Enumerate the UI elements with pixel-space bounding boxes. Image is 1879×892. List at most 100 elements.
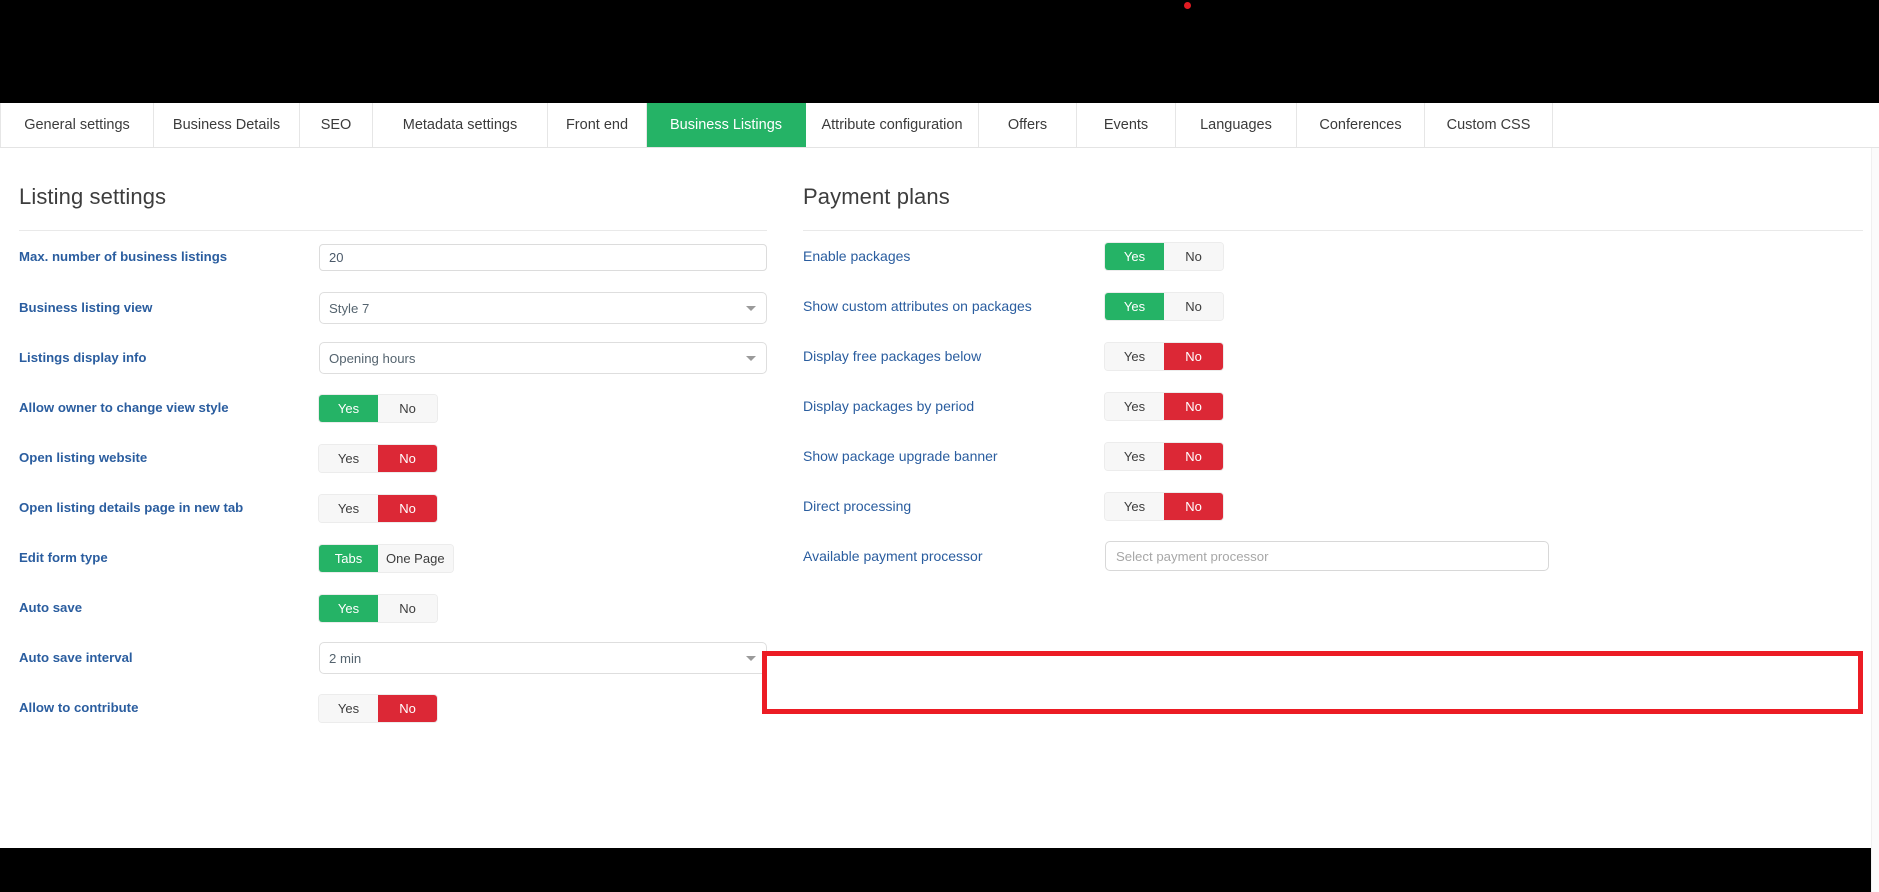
setting-row-show-custom-attributes-on-packages: Show custom attributes on packages Yes No xyxy=(803,281,1863,331)
setting-label-business-listing-view: Business listing view xyxy=(19,300,153,316)
setting-control-wrap: Tabs One Page xyxy=(319,544,767,572)
toggle-option-no[interactable]: No xyxy=(378,394,437,422)
toggle-enable-packages[interactable]: Yes No xyxy=(1105,242,1223,270)
toggle-allow-to-contribute[interactable]: Yes No xyxy=(319,694,437,722)
toggle-option-no[interactable]: No xyxy=(1164,392,1223,420)
setting-control-wrap: Yes No xyxy=(319,594,767,622)
setting-label-display-packages-by-period: Display packages by period xyxy=(803,397,975,414)
toggle-edit-form-type[interactable]: Tabs One Page xyxy=(319,544,453,572)
setting-control-wrap xyxy=(319,243,767,271)
setting-row-display-free-packages-below: Display free packages below Yes No xyxy=(803,331,1863,381)
select-available-payment-processor[interactable]: Select payment processor xyxy=(1105,541,1549,571)
tab-seo[interactable]: SEO xyxy=(300,103,373,147)
setting-label-open-listing-website: Open listing website xyxy=(19,450,148,466)
toggle-option-yes[interactable]: Yes xyxy=(319,594,378,622)
setting-label-auto-save: Auto save xyxy=(19,600,83,616)
toggle-option-yes[interactable]: Yes xyxy=(319,494,378,522)
setting-row-show-package-upgrade-banner: Show package upgrade banner Yes No xyxy=(803,431,1863,481)
tab-general-settings[interactable]: General settings xyxy=(0,103,154,147)
tab-business-listings[interactable]: Business Listings xyxy=(647,103,806,147)
tab-events[interactable]: Events xyxy=(1077,103,1176,147)
toggle-option-no[interactable]: No xyxy=(378,494,437,522)
select-value: 2 min xyxy=(329,650,362,666)
tab-front-end[interactable]: Front end xyxy=(548,103,647,147)
setting-control-wrap: Yes No xyxy=(1105,442,1863,470)
setting-control-wrap: 2 min xyxy=(319,642,767,674)
setting-label-direct-processing: Direct processing xyxy=(803,497,912,514)
tab-metadata-settings[interactable]: Metadata settings xyxy=(373,103,548,147)
settings-content: Listing settings Max. number of business… xyxy=(0,148,1879,892)
page-scrollbar[interactable] xyxy=(1871,148,1879,892)
toggle-display-packages-by-period[interactable]: Yes No xyxy=(1105,392,1223,420)
setting-label-allow-owner-to-change-view-style: Allow owner to change view style xyxy=(19,400,229,416)
tab-custom-css[interactable]: Custom CSS xyxy=(1425,103,1553,147)
settings-page: General settings Business Details SEO Metad… xyxy=(0,103,1879,892)
toggle-option-no[interactable]: No xyxy=(378,444,437,472)
tab-languages[interactable]: Languages xyxy=(1176,103,1297,147)
select-auto-save-interval[interactable]: 2 min xyxy=(319,642,767,674)
tab-business-details[interactable]: Business Details xyxy=(154,103,300,147)
toggle-auto-save[interactable]: Yes No xyxy=(319,594,437,622)
toggle-option-yes[interactable]: Yes xyxy=(319,444,378,472)
setting-label-listings-display-info: Listings display info xyxy=(19,350,147,366)
toggle-open-listing-details-page-in-new-tab[interactable]: Yes No xyxy=(319,494,437,522)
browser-chrome-black-bar xyxy=(0,0,1879,103)
toggle-option-no[interactable]: No xyxy=(1164,442,1223,470)
setting-row-business-listing-view: Business listing view Style 7 xyxy=(19,283,767,333)
toggle-option-no[interactable]: No xyxy=(1164,342,1223,370)
setting-row-open-listing-website: Open listing website Yes No xyxy=(19,433,767,483)
setting-row-auto-save-interval: Auto save interval 2 min xyxy=(19,633,767,683)
setting-label-allow-to-contribute: Allow to contribute xyxy=(19,700,139,716)
setting-label-show-package-upgrade-banner: Show package upgrade banner xyxy=(803,447,998,464)
tab-conferences[interactable]: Conferences xyxy=(1297,103,1425,147)
toggle-option-no[interactable]: No xyxy=(378,594,437,622)
toggle-show-custom-attributes-on-packages[interactable]: Yes No xyxy=(1105,292,1223,320)
setting-control-wrap: Yes No xyxy=(319,444,767,472)
chevron-down-icon xyxy=(746,356,756,361)
setting-control-wrap: Yes No xyxy=(319,694,767,722)
toggle-option-no[interactable]: No xyxy=(1164,242,1223,270)
select-business-listing-view[interactable]: Style 7 xyxy=(319,292,767,324)
toggle-option-yes[interactable]: Yes xyxy=(1105,392,1164,420)
toggle-allow-owner-to-change-view-style[interactable]: Yes No xyxy=(319,394,437,422)
input-max-number-of-business-listings[interactable] xyxy=(319,243,767,271)
tab-offers[interactable]: Offers xyxy=(979,103,1077,147)
toggle-option-no[interactable]: No xyxy=(378,694,437,722)
setting-control-wrap: Yes No xyxy=(1105,292,1863,320)
toggle-option-yes[interactable]: Yes xyxy=(1105,292,1164,320)
toggle-option-yes[interactable]: Yes xyxy=(319,394,378,422)
toggle-option-tabs[interactable]: Tabs xyxy=(319,544,378,572)
toggle-option-yes[interactable]: Yes xyxy=(319,694,378,722)
select-value: Opening hours xyxy=(329,350,416,366)
red-dot-marker-icon xyxy=(1184,2,1191,9)
toggle-open-listing-website[interactable]: Yes No xyxy=(319,444,437,472)
setting-row-enable-packages: Enable packages Yes No xyxy=(803,231,1863,281)
toggle-option-one-page[interactable]: One Page xyxy=(378,544,453,572)
setting-row-display-packages-by-period: Display packages by period Yes No xyxy=(803,381,1863,431)
toggle-option-yes[interactable]: Yes xyxy=(1105,242,1164,270)
setting-row-listings-display-info: Listings display info Opening hours xyxy=(19,333,767,383)
toggle-display-free-packages-below[interactable]: Yes No xyxy=(1105,342,1223,370)
toggle-option-yes[interactable]: Yes xyxy=(1105,342,1164,370)
chevron-down-icon xyxy=(746,306,756,311)
setting-control-wrap: Yes No xyxy=(319,394,767,422)
setting-control-wrap: Yes No xyxy=(1105,392,1863,420)
setting-label-available-payment-processor: Available payment processor xyxy=(803,547,983,564)
setting-control-wrap: Select payment processor xyxy=(1105,541,1863,571)
setting-row-open-listing-details-page-in-new-tab: Open listing details page in new tab Yes N… xyxy=(19,483,767,533)
setting-label-max-number-of-business-listings: Max. number of business listings xyxy=(19,249,228,265)
setting-control-wrap: Style 7 xyxy=(319,292,767,324)
toggle-option-no[interactable]: No xyxy=(1164,492,1223,520)
toggle-direct-processing[interactable]: Yes No xyxy=(1105,492,1223,520)
settings-tab-bar[interactable]: General settings Business Details SEO Metad… xyxy=(0,103,1879,148)
setting-label-display-free-packages-below: Display free packages below xyxy=(803,347,982,364)
toggle-option-yes[interactable]: Yes xyxy=(1105,492,1164,520)
setting-label-enable-packages: Enable packages xyxy=(803,247,911,264)
setting-control-wrap: Opening hours xyxy=(319,342,767,374)
toggle-option-yes[interactable]: Yes xyxy=(1105,442,1164,470)
toggle-show-package-upgrade-banner[interactable]: Yes No xyxy=(1105,442,1223,470)
setting-row-allow-to-contribute: Allow to contribute Yes No xyxy=(19,683,767,733)
toggle-option-no[interactable]: No xyxy=(1164,292,1223,320)
tab-attribute-configuration[interactable]: Attribute configuration xyxy=(806,103,979,147)
select-listings-display-info[interactable]: Opening hours xyxy=(319,342,767,374)
